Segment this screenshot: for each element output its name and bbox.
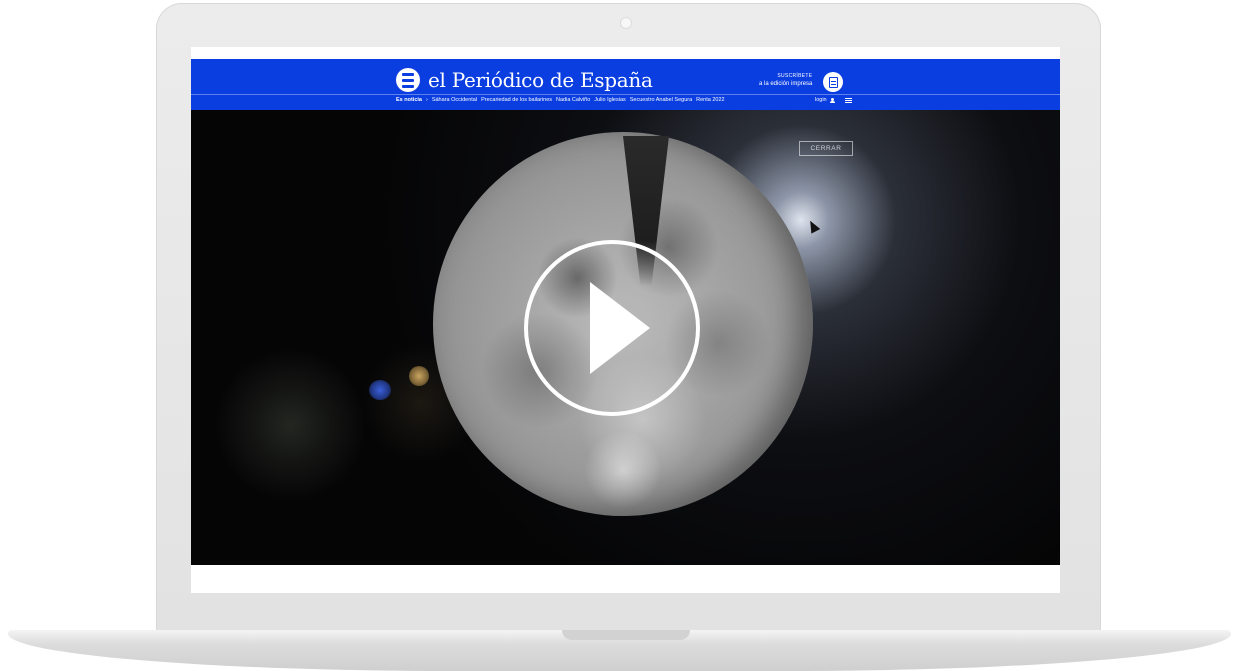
video-player[interactable]: CERRAR — [191, 110, 1060, 565]
nav-item-renta[interactable]: Renta 2022 — [696, 97, 724, 103]
nav-lead: Es noticia — [396, 97, 422, 103]
laptop-notch — [562, 630, 690, 640]
chevron-right-icon: › — [425, 97, 428, 103]
webcam-icon — [621, 18, 631, 28]
play-icon[interactable] — [590, 282, 650, 374]
lens-flare-blue — [369, 380, 391, 400]
nav-item-anabel-segura[interactable]: Secuestro Anabel Segura — [630, 97, 692, 103]
trending-nav: Es noticia › Sáhara Occidental Precaried… — [396, 97, 725, 103]
nav-item-bailarines[interactable]: Precariedad de los bailarines — [481, 97, 552, 103]
login-label: login — [815, 97, 827, 103]
user-icon — [829, 97, 835, 103]
close-button[interactable]: CERRAR — [799, 141, 853, 156]
login-link[interactable]: login — [815, 97, 835, 103]
logo-icon — [396, 68, 420, 92]
newspaper-icon[interactable] — [823, 72, 843, 92]
nav-item-sahara[interactable]: Sáhara Occidental — [432, 97, 477, 103]
site-header: el Periódico de España SUSCRÍBETE a la e… — [191, 59, 1060, 110]
nav-divider — [191, 94, 1060, 95]
lens-flare — [216, 350, 366, 500]
nav-item-calvino[interactable]: Nadia Calviño — [556, 97, 590, 103]
nav-item-iglesias[interactable]: Julio Iglesias — [594, 97, 626, 103]
hamburger-menu-icon[interactable] — [845, 98, 852, 103]
site-logo[interactable]: el Periódico de España — [396, 68, 653, 92]
logo-text: el Periódico de España — [428, 68, 653, 92]
lens-flare-gold — [409, 366, 429, 386]
subscribe-link[interactable]: SUSCRÍBETE a la edición impresa — [759, 72, 812, 88]
mouse-cursor-icon — [805, 218, 821, 234]
subscribe-title: SUSCRÍBETE — [777, 73, 813, 79]
subscribe-subtitle: a la edición impresa — [759, 81, 813, 87]
